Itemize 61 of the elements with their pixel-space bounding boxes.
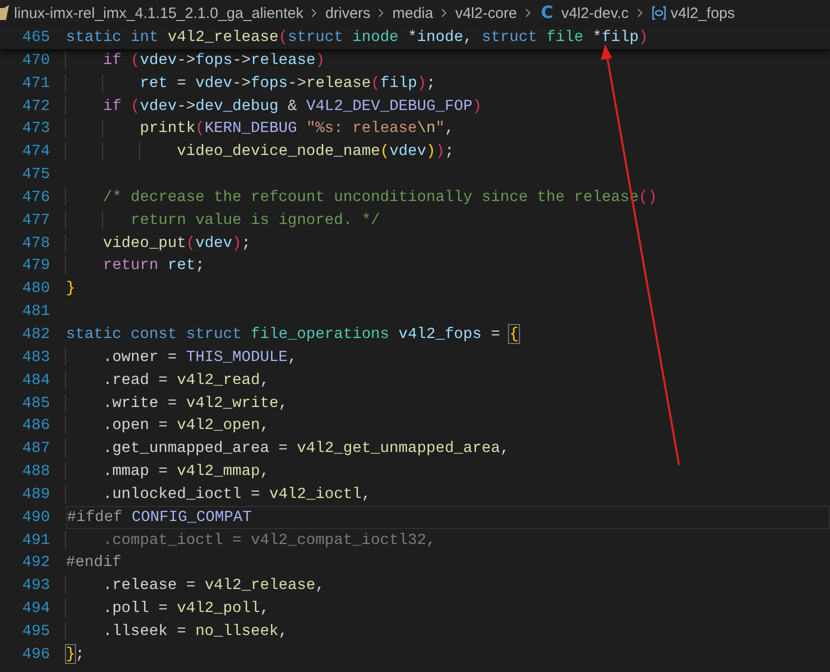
sticky-code-line[interactable]: static int v4l2_release(struct inode *inode, struct file *filp) [66, 26, 830, 49]
code-line: #endif [66, 552, 122, 574]
line-number: 480 [21, 278, 51, 300]
code-line: .write = v4l2_write, [66, 392, 830, 414]
line-number: 487 [21, 438, 51, 460]
line-number: 472 [21, 96, 51, 117]
line-number: 485 [21, 392, 51, 414]
code-line: .open = v4l2_open, [66, 414, 830, 438]
folder-icon [0, 4, 10, 22]
code-line: if (vdev->fops->release) [66, 48, 830, 72]
breadcrumb-item[interactable]: v4l2_fops [670, 4, 735, 22]
code-line: .mmap = v4l2_mmap, [66, 460, 830, 483]
code-line: if (vdev->dev_debug & V4L2_DEV_DEBUG_FOP) [66, 94, 830, 118]
line-number: 492 [21, 552, 51, 574]
code-line: .get_unmapped_area = v4l2_get_unmapped_area, [66, 437, 830, 460]
symbol-icon [650, 5, 667, 21]
line-number: 495 [21, 620, 51, 642]
line-number: 477 [21, 210, 51, 231]
breadcrumb-item[interactable]: media [392, 4, 434, 22]
code-line: video_device_node_name(vdev)); [66, 140, 830, 164]
code-line: ret = vdev->fops->release(filp); [66, 72, 830, 95]
line-number: 473 [21, 118, 51, 140]
line-number: 486 [21, 415, 51, 436]
breadcrumb-item[interactable]: linux-imx-rel_imx_4.1.15_2.1.0_ga_alientek [14, 4, 304, 22]
line-number: 488 [21, 461, 51, 482]
code-line: .read = v4l2_read, [66, 368, 830, 392]
code-line: return value is ignored. */ [66, 208, 830, 232]
code-line: video_put(vdev); [66, 232, 830, 254]
line-number: 478 [21, 232, 51, 254]
line-number: 465 [21, 27, 51, 48]
line-number: 475 [21, 164, 51, 186]
line-number: 490 [21, 506, 51, 528]
line-number: 484 [21, 370, 51, 391]
code-line: .release = v4l2_release, [66, 574, 830, 598]
line-number: 482 [21, 324, 51, 345]
code-line: }; [66, 644, 86, 665]
line-number: 496 [21, 644, 51, 665]
line-number: 476 [21, 186, 51, 208]
line-number: 474 [21, 141, 51, 162]
line-number: 470 [21, 50, 51, 71]
breadcrumb-item[interactable]: drivers [325, 4, 370, 22]
breadcrumb-item[interactable]: v4l2-dev.c [561, 4, 629, 22]
line-number: 479 [21, 255, 51, 276]
code-line: .unlocked_ioctl = v4l2_ioctl, [66, 482, 830, 506]
code-line: } [66, 278, 76, 300]
line-number: 489 [21, 484, 51, 505]
line-number: 494 [21, 598, 51, 620]
line-number: 493 [21, 575, 51, 596]
line-number: 483 [21, 346, 51, 368]
code-line: printk(KERN_DEBUG "%s: release\n", [66, 117, 830, 140]
line-number: 491 [21, 530, 51, 551]
c-file-icon: C [540, 3, 554, 23]
code-line: return ret; [66, 254, 830, 278]
code-line: static const struct file_operations v4l2_fops = { [66, 324, 520, 345]
code-line: .poll = v4l2_poll, [66, 597, 830, 620]
code-line: .owner = THIS_MODULE, [66, 346, 830, 369]
code-line: .compat_ioctl = v4l2_compat_ioctl32, [66, 528, 830, 552]
line-number: 471 [21, 72, 51, 94]
line-number: 481 [21, 301, 51, 322]
code-line: .llseek = no_llseek, [66, 620, 830, 643]
breadcrumb-item[interactable]: v4l2-core [455, 4, 517, 22]
